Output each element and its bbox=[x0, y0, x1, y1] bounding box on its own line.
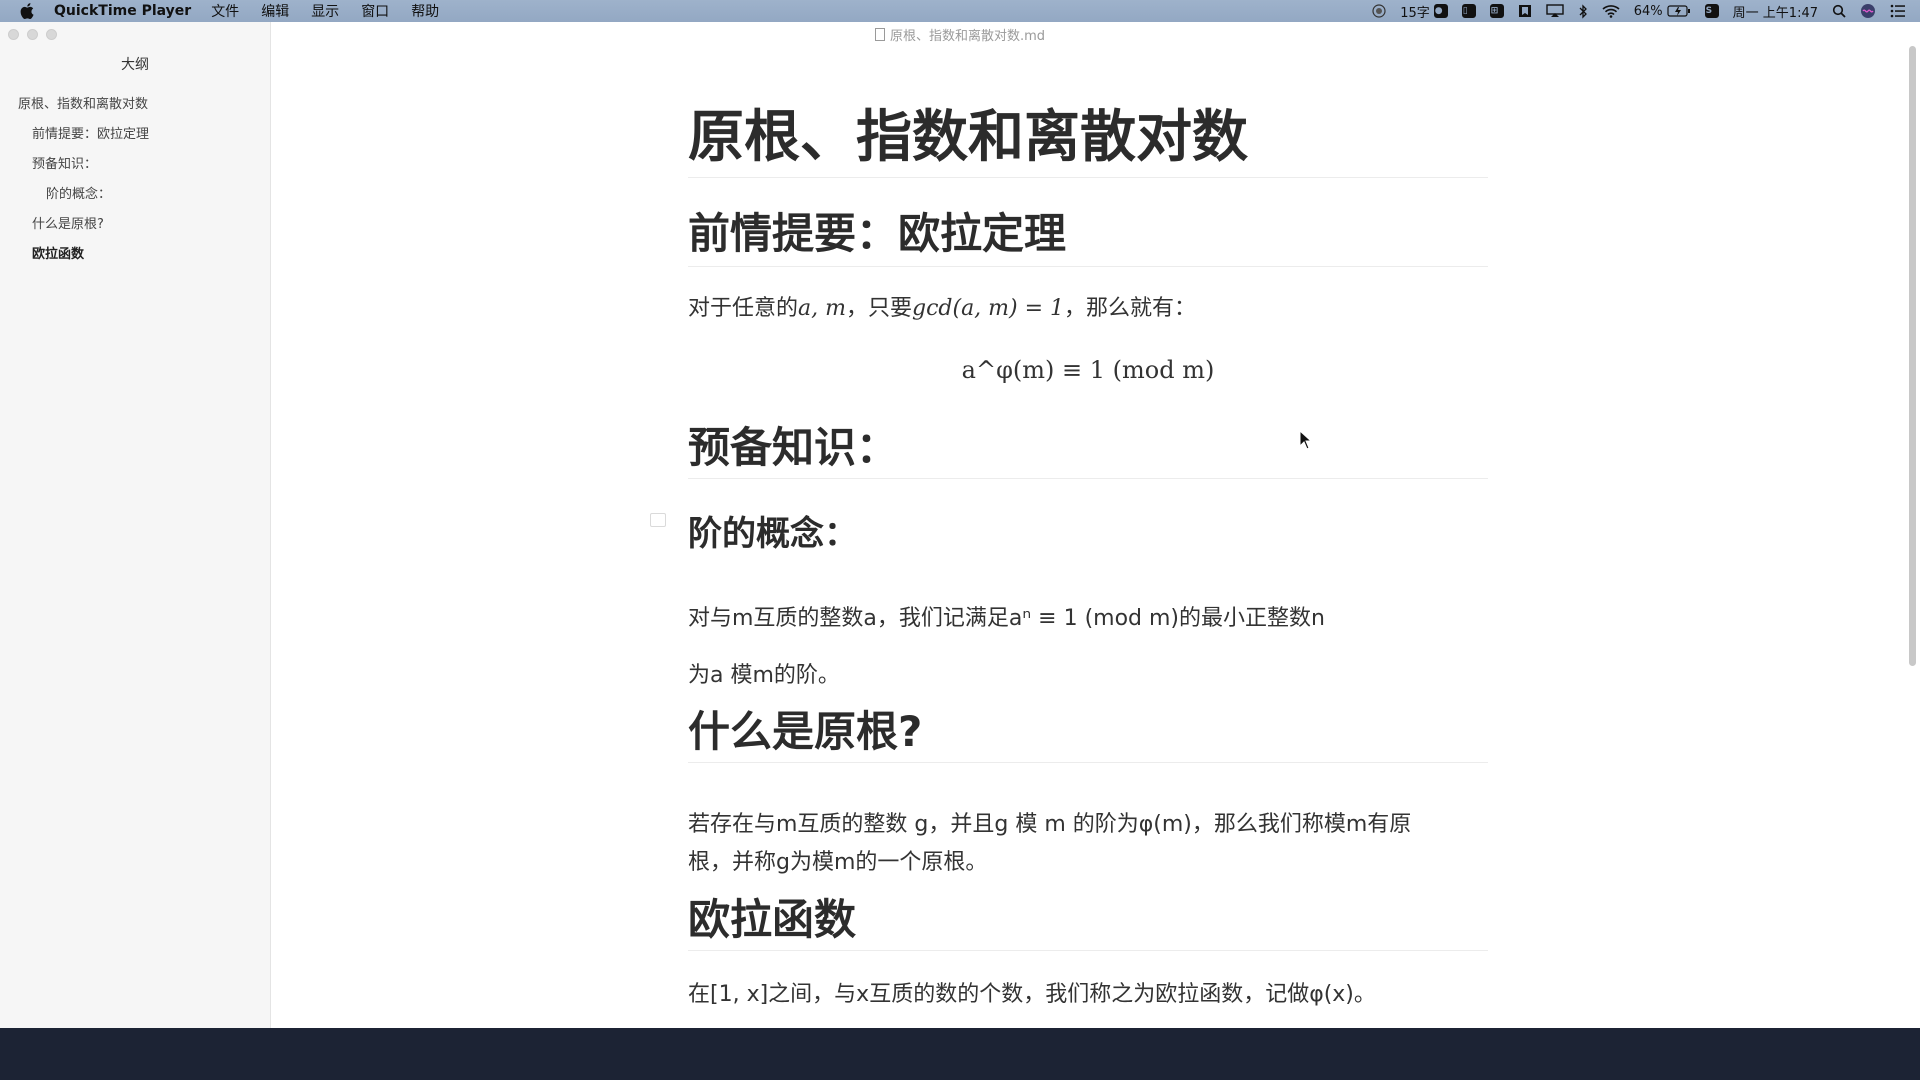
doc-heading-1: 原根、指数和离散对数 bbox=[688, 105, 1248, 170]
outline-sidebar: 大纲 原根、指数和离散对数 前情提要：欧拉定理 预备知识： 阶的概念： 什么是原… bbox=[0, 22, 271, 1028]
editor-window: 大纲 原根、指数和离散对数 前情提要：欧拉定理 预备知识： 阶的概念： 什么是原… bbox=[0, 22, 1920, 1028]
close-button[interactable] bbox=[8, 29, 19, 40]
outline-list: 原根、指数和离散对数 前情提要：欧拉定理 预备知识： 阶的概念： 什么是原根? … bbox=[0, 90, 270, 270]
paragraph-euler-function: 在[1, x]之间，与x互质的数的个数，我们称之为欧拉函数，记做φ(x)。 bbox=[688, 982, 1376, 1007]
sync-status-icon[interactable]: S bbox=[1704, 4, 1719, 18]
zoom-button[interactable] bbox=[46, 29, 57, 40]
bookmark-status-icon[interactable] bbox=[1518, 4, 1532, 18]
divider bbox=[688, 266, 1488, 267]
menu-window[interactable]: 窗口 bbox=[361, 1, 389, 21]
menu-app-name[interactable]: QuickTime Player bbox=[54, 3, 191, 19]
section-heading-primitive-root: 什么是原根? bbox=[688, 707, 923, 756]
paragraph-primitive-root-line-2: 根，并称g为模m的一个原根。 bbox=[688, 850, 988, 875]
divider bbox=[688, 478, 1488, 479]
divider bbox=[688, 950, 1488, 951]
text-span: ，那么就有： bbox=[1064, 296, 1197, 321]
minimize-button[interactable] bbox=[27, 29, 38, 40]
section-heading-euler-theorem: 前情提要：欧拉定理 bbox=[688, 209, 1067, 258]
battery-icon[interactable] bbox=[1667, 5, 1691, 17]
document-title: 原根、指数和离散对数.md bbox=[270, 25, 1650, 44]
inline-math: a, m bbox=[798, 296, 846, 321]
paragraph-euler-condition: 对于任意的a, m，只要gcd(a, m) = 1，那么就有： bbox=[688, 290, 1488, 328]
divider bbox=[688, 762, 1488, 763]
menu-bar: QuickTime Player 文件 编辑 显示 窗口 帮助 15字 ● ▯ … bbox=[0, 0, 1920, 22]
paragraph-primitive-root-line-1: 若存在与m互质的整数 g，并且g 模 m 的阶为φ(m)，那么我们称模m有原 bbox=[688, 812, 1412, 837]
paragraph-order-line-1: 对与m互质的整数a，我们记满足aⁿ ≡ 1 (mod m)的最小正整数n bbox=[688, 606, 1325, 631]
menu-file[interactable]: 文件 bbox=[211, 1, 239, 21]
app-status-icon-1[interactable]: ● bbox=[1433, 4, 1448, 18]
vertical-scrollbar[interactable] bbox=[1909, 46, 1916, 666]
control-center-icon[interactable] bbox=[1890, 4, 1906, 18]
sidebar-title: 大纲 bbox=[121, 57, 149, 73]
record-icon[interactable] bbox=[1372, 4, 1386, 18]
outline-item-prerequisites[interactable]: 预备知识： bbox=[0, 150, 270, 180]
outline-item-title[interactable]: 原根、指数和离散对数 bbox=[0, 90, 270, 120]
text-span: ，只要 bbox=[845, 296, 912, 321]
section-heading-euler-function: 欧拉函数 bbox=[688, 895, 857, 944]
inline-math: gcd(a, m) = 1 bbox=[912, 296, 1065, 321]
airplay-icon[interactable] bbox=[1546, 4, 1564, 18]
divider bbox=[688, 177, 1488, 178]
menu-edit[interactable]: 编辑 bbox=[261, 1, 289, 21]
menu-view[interactable]: 显示 bbox=[311, 1, 339, 21]
apple-icon[interactable] bbox=[20, 3, 36, 20]
section-heading-prerequisites: 预备知识： bbox=[688, 423, 899, 472]
window-controls bbox=[8, 29, 65, 40]
siri-icon[interactable] bbox=[1860, 3, 1876, 19]
menu-help[interactable]: 帮助 bbox=[411, 1, 439, 21]
outline-item-order[interactable]: 阶的概念： bbox=[0, 180, 270, 210]
sub-heading-order: 阶的概念： bbox=[688, 514, 858, 554]
block-handle-icon[interactable] bbox=[650, 513, 666, 527]
wifi-icon[interactable] bbox=[1602, 4, 1620, 18]
paragraph-order-line-2: 为a 模m的阶。 bbox=[688, 663, 840, 688]
text-span: 对于任意的 bbox=[688, 296, 799, 321]
search-icon[interactable] bbox=[1832, 4, 1846, 18]
outline-item-euler-function[interactable]: 欧拉函数 bbox=[0, 240, 270, 270]
outline-item-euler-theorem[interactable]: 前情提要：欧拉定理 bbox=[0, 120, 270, 150]
outline-item-primitive-root[interactable]: 什么是原根? bbox=[0, 210, 270, 240]
battery-percent[interactable]: 64% bbox=[1634, 4, 1663, 19]
document-filename: 原根、指数和离散对数.md bbox=[889, 29, 1046, 44]
grid-status-icon[interactable]: ⊞ bbox=[1489, 4, 1504, 18]
mouse-cursor-icon bbox=[1299, 429, 1313, 454]
euler-theorem-formula: a^φ(m) ≡ 1 (mod m) bbox=[961, 356, 1215, 384]
clock[interactable]: 周一 上午1:47 bbox=[1733, 2, 1818, 21]
bluetooth-icon[interactable] bbox=[1578, 3, 1588, 19]
app-status-icon-2[interactable]: ▯ bbox=[1461, 4, 1476, 18]
status-area: 15字 ● ▯ ⊞ 64% S 周一 上午1:47 bbox=[1372, 0, 1920, 22]
file-icon bbox=[874, 28, 885, 41]
word-count[interactable]: 15字 bbox=[1400, 2, 1430, 21]
